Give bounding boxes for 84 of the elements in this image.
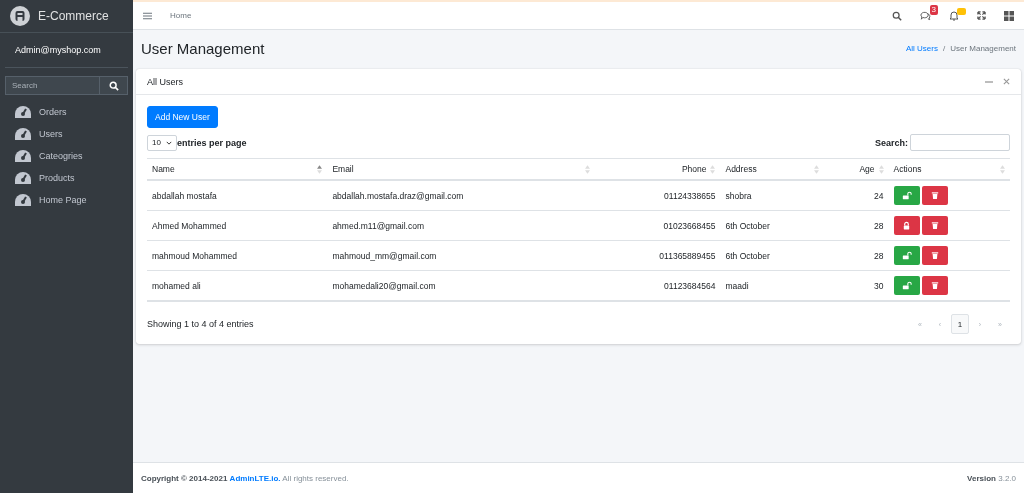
trash-icon [930,221,939,230]
dashboard-icon [15,150,31,162]
add-user-button[interactable]: Add New User [147,106,218,128]
dashboard-icon [15,106,31,118]
bell-icon[interactable] [949,10,959,21]
user-name[interactable]: Admin@myshop.com [15,45,101,55]
table-cell: abdallah.mostafa.draz@gmail.com [332,190,464,201]
unlock-icon [901,191,912,200]
unlock-button[interactable] [893,276,920,295]
close-icon[interactable] [1003,77,1010,85]
unlock-button[interactable] [893,246,920,265]
sidebar-item[interactable]: Home Page [39,195,87,205]
column-header[interactable]: Age [859,164,875,174]
menu-icon[interactable] [143,11,152,20]
delete-button[interactable] [921,246,948,265]
grid-icon[interactable] [1004,10,1014,21]
logo-icon [10,6,30,26]
nav-link[interactable]: Home [170,11,192,20]
page-size-label: entries per page [177,137,247,148]
dashboard-icon [15,128,31,140]
table-cell: ahmed.m11@gmail.com [332,220,424,231]
caret-icon [166,140,172,145]
card-title: All Users [147,76,183,87]
unlock-icon [901,251,912,260]
table-cell: mahmoud_mm@gmail.com [332,250,437,261]
table-cell: 28 [874,220,884,231]
lock-icon [902,221,911,230]
table-cell: shobra [725,190,752,201]
breadcrumb-separator: / [942,43,946,53]
delete-button[interactable] [921,186,948,205]
search-field[interactable]: Search [5,76,100,95]
brand-title: E-Commerce [38,9,109,23]
trash-icon [930,251,939,260]
page-title: User Management [141,39,265,57]
search-icon[interactable] [892,10,902,21]
sidebar-item[interactable]: Products [39,173,75,183]
table-cell: 6th October [725,250,770,261]
delete-button[interactable] [921,276,948,295]
search-label: Search: [874,137,908,148]
table-info: Showing 1 to 4 of 4 entries [147,319,254,329]
unlock-button[interactable] [893,186,920,205]
column-header[interactable]: Name [152,164,314,174]
version-label: Version [967,473,996,483]
dashboard-icon [15,172,31,184]
delete-button[interactable] [921,216,948,235]
table-cell: abdallah mostafa [152,190,217,201]
breadcrumb-link[interactable]: All Users [905,43,938,53]
sidebar-item[interactable]: Cateogries [39,151,83,161]
table-cell: 01124338655 [664,190,716,201]
table-cell: 30 [874,280,884,291]
search-icon [108,80,119,91]
table-cell: 28 [874,250,884,261]
search-button[interactable] [100,76,128,95]
table-search-field[interactable] [910,134,1010,151]
chat-icon[interactable] [920,10,931,21]
table-cell: mohamed ali [152,280,201,291]
dashboard-icon [15,194,31,206]
trash-icon [930,281,939,290]
table-cell: mahmoud Mohammed [152,250,238,261]
breadcrumb-current: User Management [950,43,1016,53]
column-header[interactable]: Actions [893,164,996,174]
sidebar-item[interactable]: Orders [39,107,67,117]
lock-button[interactable] [893,216,920,235]
column-header[interactable]: Email [332,164,581,174]
column-header[interactable]: Address [725,164,810,174]
table-cell: 01123684564 [664,280,716,291]
copyright-text: Copyright © 2014-2021 AdminLTE.io. All rights reserved. [141,473,349,483]
table-cell: maadi [725,280,749,291]
notification-badge-icon [957,7,966,15]
trash-icon [930,191,939,200]
column-header[interactable]: Phone [681,164,707,174]
table-cell: 011365889455 [659,250,716,261]
table-cell: mohamedali20@gmail.com [332,280,436,291]
version-number: 3.2.0 [998,473,1016,483]
table-cell: 6th October [725,220,770,231]
message-count: 3 [929,4,938,15]
page-size-select[interactable]: 10 [147,134,177,151]
sidebar-item[interactable]: Users [39,129,63,139]
table-cell: 01023668455 [663,220,716,231]
table-cell: 24 [874,190,884,201]
unlock-icon [901,281,912,290]
table-cell: Ahmed Mohammed [152,220,227,231]
fullscreen-icon[interactable] [977,11,986,20]
page-button[interactable]: 1 [951,314,969,334]
